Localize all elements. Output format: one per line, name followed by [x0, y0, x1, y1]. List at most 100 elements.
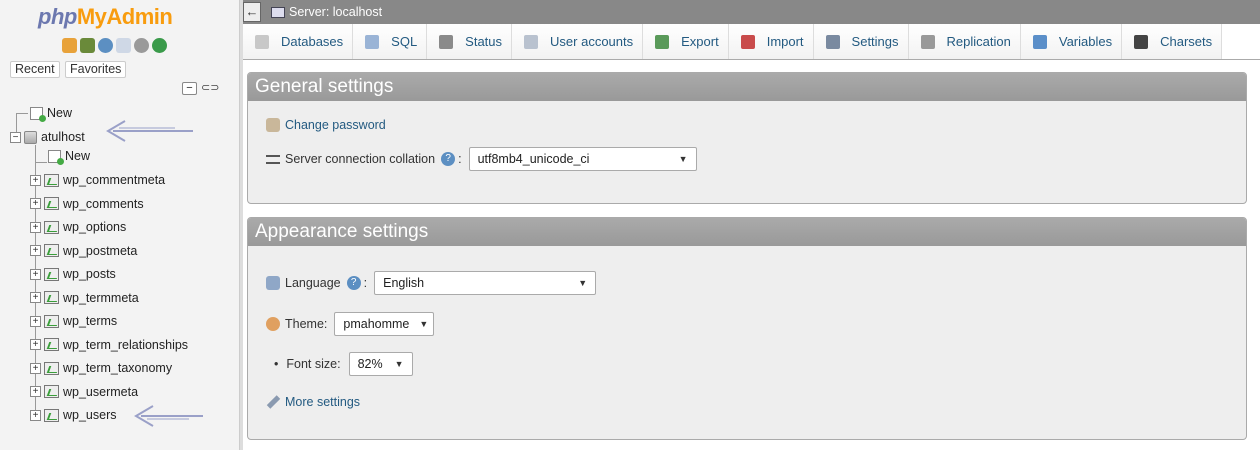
- logout-icon[interactable]: [80, 38, 95, 53]
- language-label: Language: [285, 276, 341, 290]
- help-icon[interactable]: ?: [346, 276, 361, 290]
- expand-icon[interactable]: +: [30, 221, 41, 233]
- export-icon: [655, 34, 670, 49]
- change-password-row: Change password: [266, 118, 386, 132]
- tree-item-table[interactable]: + wp_posts: [30, 265, 116, 283]
- table-name: wp_usermeta: [63, 384, 139, 399]
- tab-replication[interactable]: Replication: [908, 24, 1021, 59]
- home-icon[interactable]: [62, 38, 77, 53]
- expand-icon[interactable]: +: [30, 315, 41, 327]
- tree-item-table[interactable]: + wp_options: [30, 218, 126, 236]
- table-icon: [44, 314, 59, 328]
- link-with-main-icon[interactable]: ⊂⊃: [201, 83, 219, 94]
- tree-item-table[interactable]: + wp_usermeta: [30, 383, 138, 401]
- table-name: wp_postmeta: [63, 243, 138, 258]
- more-settings-link[interactable]: More settings: [285, 395, 360, 409]
- appearance-settings-panel: Appearance settings Language ? : English…: [247, 217, 1247, 440]
- variables-icon: [1032, 34, 1047, 49]
- expand-icon[interactable]: +: [30, 409, 41, 421]
- server-breadcrumb-bar: ← Server: localhost: [243, 0, 1260, 24]
- tab-export[interactable]: Export: [643, 24, 729, 59]
- tree-item-table[interactable]: + wp_comments: [30, 195, 144, 213]
- server-breadcrumb[interactable]: Server: localhost: [289, 5, 382, 19]
- navigation-panel: phpMyAdmin Recent Favorites − ⊂⊃ New − a…: [0, 0, 240, 450]
- expand-icon[interactable]: +: [30, 245, 41, 256]
- table-name: wp_terms: [63, 314, 118, 328]
- key-pencil-icon: [266, 118, 280, 132]
- recent-tab[interactable]: Recent: [10, 61, 60, 78]
- docs-icon[interactable]: [116, 38, 131, 53]
- tab-label: Status: [465, 34, 503, 49]
- tab-variables[interactable]: Variables: [1020, 24, 1123, 59]
- server-icon: [271, 6, 285, 18]
- chevron-down-icon: ▼: [678, 154, 688, 164]
- tree-new-table-label: New: [65, 149, 91, 163]
- collapse-icon[interactable]: −: [10, 131, 21, 143]
- tree-item-table[interactable]: + wp_term_taxonomy: [30, 359, 172, 377]
- table-icon: [44, 385, 59, 398]
- tree-item-database[interactable]: − atulhost: [10, 128, 85, 146]
- language-value: English: [383, 276, 425, 290]
- chevron-down-icon: ▼: [394, 359, 404, 369]
- database-name: atulhost: [41, 130, 85, 144]
- table-icon: [44, 197, 59, 210]
- expand-icon[interactable]: +: [30, 386, 41, 397]
- gear-icon[interactable]: [134, 38, 149, 53]
- expand-icon[interactable]: +: [30, 268, 41, 280]
- logo-php-text: php: [38, 4, 77, 29]
- reload-icon[interactable]: [152, 38, 167, 53]
- collapse-nav-button[interactable]: ←: [243, 2, 261, 22]
- tree-item-table[interactable]: + wp_users: [30, 406, 117, 424]
- collation-select[interactable]: utf8mb4_unicode_ci ▼: [468, 147, 697, 171]
- colon-text: :: [363, 276, 368, 290]
- tab-label: Export: [681, 34, 719, 49]
- tab-sql[interactable]: SQL: [353, 24, 428, 59]
- expand-icon[interactable]: +: [30, 174, 41, 186]
- tree-item-table[interactable]: + wp_postmeta: [30, 242, 137, 260]
- theme-palette-icon: [266, 317, 280, 331]
- tree-item-table[interactable]: + wp_terms: [30, 312, 117, 330]
- tab-label: Settings: [851, 34, 899, 49]
- expand-icon[interactable]: +: [30, 339, 41, 350]
- server-menu-tabs: Databases SQL Status User accounts Export Imp…: [243, 24, 1260, 60]
- sql-icon: [365, 34, 380, 49]
- tree-item-table[interactable]: + wp_term_relationships: [30, 336, 188, 354]
- language-select[interactable]: English ▼: [374, 271, 597, 295]
- tab-label: Databases: [281, 34, 344, 49]
- favorites-tab[interactable]: Favorites: [65, 61, 127, 78]
- change-password-link[interactable]: Change password: [285, 118, 386, 132]
- collation-value: utf8mb4_unicode_ci: [477, 152, 590, 166]
- nav-icon-bar: [62, 38, 167, 53]
- annotation-arrow-icon: [134, 405, 203, 427]
- help-icon[interactable]: ?: [441, 152, 456, 166]
- tab-status[interactable]: Status: [427, 24, 513, 59]
- main-content: General settings Change password Server …: [243, 60, 1260, 450]
- help-icon[interactable]: [98, 38, 113, 53]
- expand-icon[interactable]: +: [30, 292, 41, 303]
- table-icon: [44, 338, 59, 351]
- table-name: wp_term_taxonomy: [63, 361, 173, 375]
- replication-icon: [920, 34, 935, 49]
- expand-icon[interactable]: +: [30, 198, 41, 209]
- tree-item-new-table[interactable]: New: [48, 147, 90, 165]
- tab-settings[interactable]: Settings: [813, 24, 909, 59]
- table-name: wp_term_relationships: [63, 337, 189, 352]
- tree-item-table[interactable]: + wp_commentmeta: [30, 171, 165, 189]
- table-icon: [44, 244, 59, 257]
- tree-item-table[interactable]: + wp_termmeta: [30, 289, 139, 307]
- collation-label: Server connection collation: [285, 152, 436, 166]
- theme-select[interactable]: pmahomme ▼: [334, 312, 435, 336]
- new-database-icon: [30, 106, 46, 122]
- theme-row: Theme: pmahomme ▼: [266, 312, 435, 336]
- tab-user-accounts[interactable]: User accounts: [512, 24, 644, 59]
- tab-import[interactable]: Import: [728, 24, 814, 59]
- expand-icon[interactable]: +: [30, 362, 41, 374]
- tab-databases[interactable]: Databases: [243, 24, 354, 59]
- tree-item-new-database[interactable]: New: [30, 104, 72, 122]
- font-size-select[interactable]: 82% ▼: [348, 352, 413, 376]
- collapse-all-button[interactable]: −: [182, 82, 197, 95]
- tab-label: Replication: [946, 34, 1011, 49]
- users-icon: [524, 34, 539, 49]
- phpmyadmin-logo[interactable]: phpMyAdmin: [38, 4, 173, 30]
- tab-charsets[interactable]: Charsets: [1122, 24, 1223, 59]
